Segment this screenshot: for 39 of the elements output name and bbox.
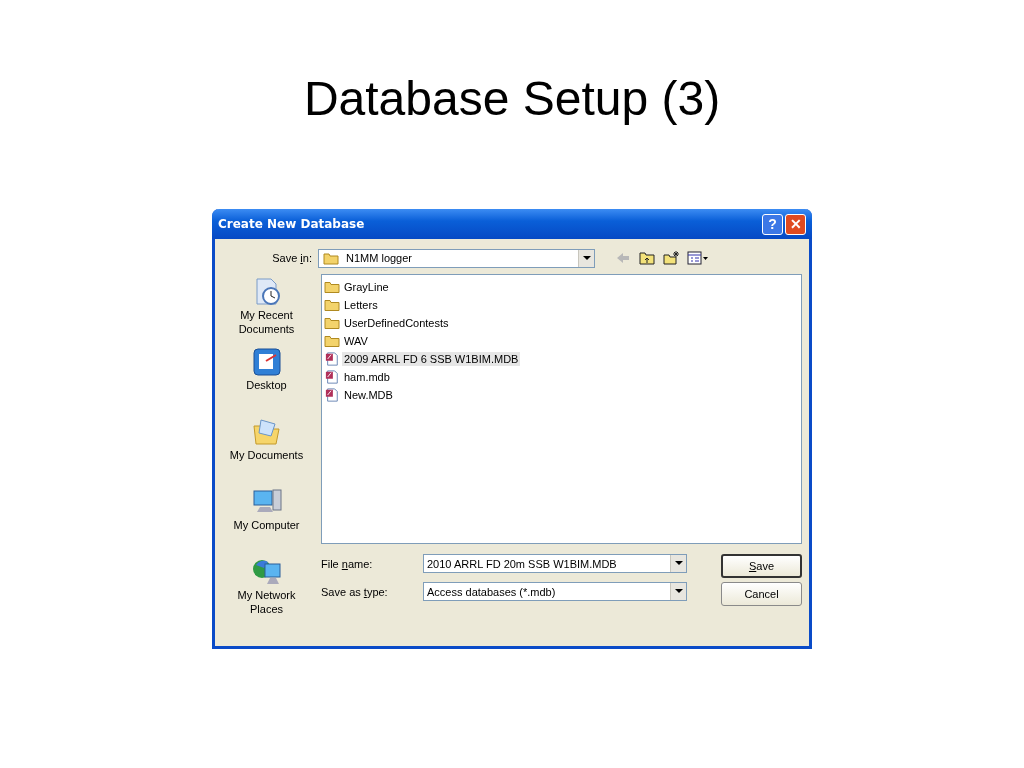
slide-title: Database Setup (3) <box>303 71 721 127</box>
database-file-icon[interactable] <box>324 370 340 384</box>
up-folder-icon[interactable] <box>639 250 655 266</box>
folder-icon[interactable] <box>324 334 340 348</box>
database-file-icon[interactable] <box>324 352 340 366</box>
place-label[interactable]: My Documents <box>229 448 304 462</box>
place-label[interactable]: My Recent Documents <box>221 308 312 336</box>
caret-icon[interactable] <box>674 561 683 566</box>
save-as-type-dropdown[interactable]: Access databases (*.mdb) <box>423 582 687 601</box>
file-name[interactable]: WAV <box>342 334 370 348</box>
new-folder-icon[interactable] <box>663 250 679 266</box>
folder-icon <box>323 251 339 265</box>
help-button[interactable]: ? <box>762 213 783 235</box>
place-label[interactable]: My Network Places <box>221 588 312 616</box>
file-name-label: File name: <box>321 557 374 570</box>
window-title: Create New Database <box>218 217 365 231</box>
file-name[interactable]: 2009 ARRL FD 6 SSB W1BIM.MDB <box>342 352 521 366</box>
file-name[interactable]: New.MDB <box>342 388 395 402</box>
caret-icon[interactable] <box>582 255 591 261</box>
place-label[interactable]: My Computer <box>233 518 300 532</box>
caret-icon[interactable] <box>674 589 683 594</box>
folder-icon[interactable] <box>324 280 340 294</box>
database-file-icon[interactable] <box>324 388 340 402</box>
file-name[interactable]: ham.mdb <box>342 370 392 384</box>
save-in-dropdown[interactable]: N1MM logger <box>318 248 595 268</box>
save-button[interactable]: Save <box>721 554 802 578</box>
save-in-label: Save in: <box>271 252 313 264</box>
close-button[interactable]: ✕ <box>785 213 806 235</box>
file-name[interactable]: GrayLine <box>342 280 391 294</box>
view-menu-icon[interactable] <box>687 250 709 266</box>
folder-icon[interactable] <box>324 298 340 312</box>
cancel-button[interactable]: Cancel <box>721 582 802 606</box>
place-label[interactable]: Desktop <box>246 378 287 392</box>
save-as-type-label: Save as type: <box>321 585 389 598</box>
file-name[interactable]: UserDefinedContests <box>342 316 451 330</box>
file-name[interactable]: Letters <box>342 298 380 312</box>
file-name-field[interactable]: 2010 ARRL FD 20m SSB W1BIM.MDB <box>423 554 687 573</box>
folder-icon[interactable] <box>324 316 340 330</box>
desktop-icon[interactable] <box>250 346 283 378</box>
